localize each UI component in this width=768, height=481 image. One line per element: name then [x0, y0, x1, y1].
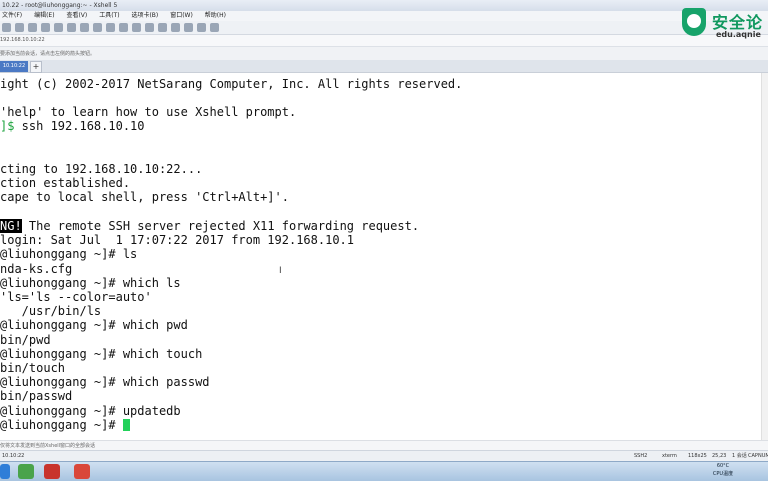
- terminal-line: cape to local shell, press 'Ctrl+Alt+]'.: [0, 190, 289, 204]
- window-title: 10.22 - root@liuhonggang:~ - Xshell 5: [2, 2, 118, 9]
- color-scheme-icon[interactable]: [106, 23, 115, 32]
- new-session-icon[interactable]: [2, 23, 11, 32]
- os-taskbar: 60°C CPU温度: [0, 461, 768, 481]
- tray-cpu-label: CPU温度: [712, 471, 734, 477]
- mask-icon: [687, 14, 701, 28]
- menu-view[interactable]: 查看(V): [66, 12, 87, 19]
- window-titlebar: 10.22 - root@liuhonggang:~ - Xshell 5: [0, 0, 768, 11]
- terminal-scrollbar[interactable]: [761, 73, 768, 440]
- keyboard-icon[interactable]: [158, 23, 167, 32]
- address-value: 192.168.10.10:22: [0, 37, 45, 43]
- lock-icon[interactable]: [145, 23, 154, 32]
- copy-icon[interactable]: [54, 23, 63, 32]
- terminal-line: @liuhonggang ~]# which ls: [0, 276, 181, 290]
- print-icon[interactable]: [93, 23, 102, 32]
- terminal-cursor: [122, 419, 130, 431]
- terminal-line: login: Sat Jul 1 17:07:22 2017 from 192.…: [0, 233, 355, 247]
- tab-session[interactable]: 10.10:22: [0, 61, 28, 72]
- terminal-line: cting to 192.168.10.10:22...: [0, 162, 203, 176]
- connect-icon[interactable]: [28, 23, 37, 32]
- terminal-line: /usr/bin/ls: [0, 304, 102, 318]
- warning-tag: NG!: [0, 219, 22, 233]
- terminal-line: @liuhonggang ~]# ls: [0, 247, 138, 261]
- terminal-line: @liuhonggang ~]# which pwd: [0, 318, 188, 332]
- session-hint-bar: 要添加当前会话，请点击左侧的箭头按钮。: [0, 46, 768, 61]
- menu-tools[interactable]: 工具(T): [99, 12, 119, 19]
- terminal-area[interactable]: ight (c) 2002-2017 NetSarang Computer, I…: [0, 73, 768, 440]
- menu-help[interactable]: 帮助(H): [205, 12, 226, 19]
- fullscreen-icon[interactable]: [197, 23, 206, 32]
- menu-tabs[interactable]: 选项卡(B): [131, 12, 158, 19]
- address-bar[interactable]: 192.168.10.10:22: [0, 35, 768, 46]
- terminal-line: 'help' to learn how to use Xshell prompt…: [0, 105, 297, 119]
- system-tray: 60°C CPU温度: [678, 462, 768, 481]
- new-tab-button[interactable]: +: [30, 61, 42, 73]
- local-prompt: ]$: [0, 119, 15, 133]
- terminal-line: nda-ks.cfg: [0, 262, 73, 276]
- logo-subtext: edu.aqnie: [716, 30, 761, 39]
- toolbar: [0, 21, 768, 35]
- menu-file[interactable]: 文件(F): [2, 12, 22, 19]
- terminal-line: ction established.: [0, 176, 131, 190]
- text-cursor-icon: I: [279, 266, 282, 276]
- disconnect-icon[interactable]: [41, 23, 50, 32]
- menu-edit[interactable]: 编辑(E): [34, 12, 54, 19]
- terminal-line: bin/touch: [0, 361, 66, 375]
- current-prompt: @liuhonggang ~]#: [0, 418, 123, 432]
- menu-window[interactable]: 窗口(W): [170, 12, 193, 19]
- terminal-line: @liuhonggang ~]# updatedb: [0, 404, 181, 418]
- taskbar-app-icon[interactable]: [18, 464, 34, 479]
- globe-icon[interactable]: [132, 23, 141, 32]
- tab-bar: 10.10:22 +: [0, 60, 768, 73]
- terminal-line: ]$ ssh 192.168.10.10: [0, 119, 145, 133]
- terminal-line: @liuhonggang ~]# which passwd: [0, 375, 210, 389]
- terminal-line: bin/passwd: [0, 389, 73, 403]
- warning-text: The remote SSH server rejected X11 forwa…: [21, 219, 420, 233]
- help-icon[interactable]: [210, 23, 219, 32]
- ssh-command: ssh 192.168.10.10: [14, 119, 145, 133]
- open-folder-icon[interactable]: [15, 23, 24, 32]
- terminal-line: ight (c) 2002-2017 NetSarang Computer, I…: [0, 77, 463, 91]
- compose-icon[interactable]: [184, 23, 193, 32]
- taskbar-app-icon[interactable]: [44, 464, 60, 479]
- find-icon[interactable]: [80, 23, 89, 32]
- brand-logo: 安全论 edu.aqnie: [680, 6, 768, 46]
- tray-temperature: 60°C: [716, 463, 730, 469]
- taskbar-app-icon[interactable]: [74, 464, 90, 479]
- compose-hint-text: 仅将文本发送到当前Xshell窗口的全部会话: [0, 443, 96, 449]
- terminal-line: @liuhonggang ~]# which touch: [0, 347, 203, 361]
- terminal-line: bin/pwd: [0, 333, 51, 347]
- terminal-line: @liuhonggang ~]#: [0, 418, 130, 432]
- session-hint-text: 要添加当前会话，请点击左侧的箭头按钮。: [0, 51, 96, 57]
- terminal-line: NG! The remote SSH server rejected X11 f…: [0, 219, 419, 233]
- terminal-line: 'ls='ls --color=auto': [0, 290, 152, 304]
- start-button-icon[interactable]: [0, 464, 10, 479]
- menu-bar: 文件(F) 编辑(E) 查看(V) 工具(T) 选项卡(B) 窗口(W) 帮助(…: [0, 11, 768, 21]
- font-icon[interactable]: [119, 23, 128, 32]
- paste-icon[interactable]: [67, 23, 76, 32]
- xftp-icon[interactable]: [171, 23, 180, 32]
